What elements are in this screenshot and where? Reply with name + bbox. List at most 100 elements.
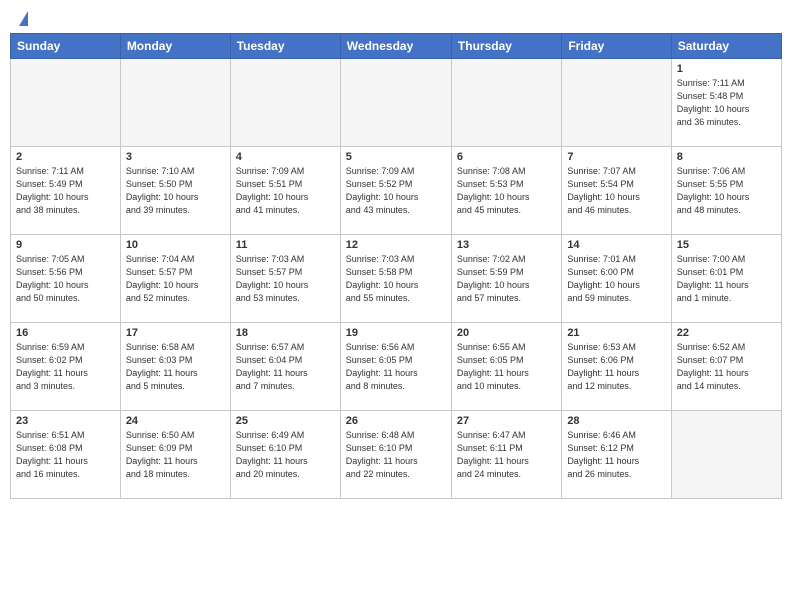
day-cell xyxy=(230,59,340,147)
day-number: 20 xyxy=(457,327,556,339)
day-info: Sunrise: 7:03 AM Sunset: 5:57 PM Dayligh… xyxy=(236,253,335,305)
day-info: Sunrise: 7:09 AM Sunset: 5:51 PM Dayligh… xyxy=(236,165,335,217)
day-info: Sunrise: 7:04 AM Sunset: 5:57 PM Dayligh… xyxy=(126,253,225,305)
day-cell: 15 Sunrise: 7:00 AM Sunset: 6:01 PM Dayli… xyxy=(671,235,781,323)
day-header-monday: Monday xyxy=(120,34,230,59)
day-cell: 5 Sunrise: 7:09 AM Sunset: 5:52 PM Daylig… xyxy=(340,147,451,235)
day-info: Sunrise: 7:05 AM Sunset: 5:56 PM Dayligh… xyxy=(16,253,115,305)
logo xyxy=(18,14,29,25)
day-info: Sunrise: 7:01 AM Sunset: 6:00 PM Dayligh… xyxy=(567,253,665,305)
day-cell: 13 Sunrise: 7:02 AM Sunset: 5:59 PM Dayli… xyxy=(451,235,561,323)
day-info: Sunrise: 6:58 AM Sunset: 6:03 PM Dayligh… xyxy=(126,341,225,393)
day-info: Sunrise: 6:52 AM Sunset: 6:07 PM Dayligh… xyxy=(677,341,776,393)
day-info: Sunrise: 7:07 AM Sunset: 5:54 PM Dayligh… xyxy=(567,165,665,217)
day-cell: 25 Sunrise: 6:49 AM Sunset: 6:10 PM Dayli… xyxy=(230,411,340,499)
day-number: 28 xyxy=(567,415,665,427)
day-info: Sunrise: 7:11 AM Sunset: 5:48 PM Dayligh… xyxy=(677,77,776,129)
day-info: Sunrise: 6:55 AM Sunset: 6:05 PM Dayligh… xyxy=(457,341,556,393)
day-number: 19 xyxy=(346,327,446,339)
day-number: 25 xyxy=(236,415,335,427)
day-cell: 3 Sunrise: 7:10 AM Sunset: 5:50 PM Daylig… xyxy=(120,147,230,235)
day-cell: 27Sunrise: 6:47 AM Sunset: 6:11 PM Dayli… xyxy=(451,411,561,499)
day-cell: 24 Sunrise: 6:50 AM Sunset: 6:09 PM Dayli… xyxy=(120,411,230,499)
day-number: 7 xyxy=(567,151,665,163)
day-info: Sunrise: 7:10 AM Sunset: 5:50 PM Dayligh… xyxy=(126,165,225,217)
day-cell: 7 Sunrise: 7:07 AM Sunset: 5:54 PM Daylig… xyxy=(562,147,671,235)
day-number: 5 xyxy=(346,151,446,163)
day-cell: 10 Sunrise: 7:04 AM Sunset: 5:57 PM Dayli… xyxy=(120,235,230,323)
day-info: Sunrise: 6:47 AM Sunset: 6:11 PM Dayligh… xyxy=(457,429,556,481)
page: SundayMondayTuesdayWednesdayThursdayFrid… xyxy=(0,0,792,612)
day-header-thursday: Thursday xyxy=(451,34,561,59)
day-number: 10 xyxy=(126,239,225,251)
day-cell xyxy=(451,59,561,147)
day-info: Sunrise: 6:56 AM Sunset: 6:05 PM Dayligh… xyxy=(346,341,446,393)
day-number: 6 xyxy=(457,151,556,163)
day-number: 3 xyxy=(126,151,225,163)
day-number: 26 xyxy=(346,415,446,427)
day-info: Sunrise: 7:06 AM Sunset: 5:55 PM Dayligh… xyxy=(677,165,776,217)
week-row-3: 16 Sunrise: 6:59 AM Sunset: 6:02 PM Dayli… xyxy=(11,323,782,411)
day-info: Sunrise: 6:51 AM Sunset: 6:08 PM Dayligh… xyxy=(16,429,115,481)
day-info: Sunrise: 7:02 AM Sunset: 5:59 PM Dayligh… xyxy=(457,253,556,305)
day-cell: 20 Sunrise: 6:55 AM Sunset: 6:05 PM Dayli… xyxy=(451,323,561,411)
day-info: Sunrise: 7:00 AM Sunset: 6:01 PM Dayligh… xyxy=(677,253,776,305)
day-header-sunday: Sunday xyxy=(11,34,121,59)
logo-icon xyxy=(19,11,28,26)
day-cell: 14 Sunrise: 7:01 AM Sunset: 6:00 PM Dayli… xyxy=(562,235,671,323)
day-cell: 11 Sunrise: 7:03 AM Sunset: 5:57 PM Dayli… xyxy=(230,235,340,323)
day-number: 12 xyxy=(346,239,446,251)
day-info: Sunrise: 7:03 AM Sunset: 5:58 PM Dayligh… xyxy=(346,253,446,305)
day-cell xyxy=(562,59,671,147)
day-number: 4 xyxy=(236,151,335,163)
day-header-tuesday: Tuesday xyxy=(230,34,340,59)
day-cell xyxy=(11,59,121,147)
day-info: Sunrise: 6:49 AM Sunset: 6:10 PM Dayligh… xyxy=(236,429,335,481)
day-header-friday: Friday xyxy=(562,34,671,59)
day-cell: 19 Sunrise: 6:56 AM Sunset: 6:05 PM Dayli… xyxy=(340,323,451,411)
header xyxy=(0,0,792,33)
week-row-2: 9 Sunrise: 7:05 AM Sunset: 5:56 PM Daylig… xyxy=(11,235,782,323)
day-info: Sunrise: 7:11 AM Sunset: 5:49 PM Dayligh… xyxy=(16,165,115,217)
day-cell xyxy=(120,59,230,147)
day-info: Sunrise: 7:09 AM Sunset: 5:52 PM Dayligh… xyxy=(346,165,446,217)
week-row-0: 1 Sunrise: 7:11 AM Sunset: 5:48 PM Daylig… xyxy=(11,59,782,147)
day-cell: 16 Sunrise: 6:59 AM Sunset: 6:02 PM Dayli… xyxy=(11,323,121,411)
day-cell xyxy=(671,411,781,499)
day-cell: 26 Sunrise: 6:48 AM Sunset: 6:10 PM Dayli… xyxy=(340,411,451,499)
day-number: 15 xyxy=(677,239,776,251)
day-number: 1 xyxy=(677,63,776,75)
calendar-table: SundayMondayTuesdayWednesdayThursdayFrid… xyxy=(10,33,782,499)
day-cell: 9 Sunrise: 7:05 AM Sunset: 5:56 PM Daylig… xyxy=(11,235,121,323)
day-cell: 28Sunrise: 6:46 AM Sunset: 6:12 PM Dayli… xyxy=(562,411,671,499)
day-info: Sunrise: 6:53 AM Sunset: 6:06 PM Dayligh… xyxy=(567,341,665,393)
day-cell: 21 Sunrise: 6:53 AM Sunset: 6:06 PM Dayli… xyxy=(562,323,671,411)
day-cell: 23 Sunrise: 6:51 AM Sunset: 6:08 PM Dayli… xyxy=(11,411,121,499)
day-header-wednesday: Wednesday xyxy=(340,34,451,59)
day-info: Sunrise: 7:08 AM Sunset: 5:53 PM Dayligh… xyxy=(457,165,556,217)
day-cell: 2 Sunrise: 7:11 AM Sunset: 5:49 PM Daylig… xyxy=(11,147,121,235)
day-number: 8 xyxy=(677,151,776,163)
day-cell: 4 Sunrise: 7:09 AM Sunset: 5:51 PM Daylig… xyxy=(230,147,340,235)
day-number: 23 xyxy=(16,415,115,427)
day-number: 17 xyxy=(126,327,225,339)
day-info: Sunrise: 6:48 AM Sunset: 6:10 PM Dayligh… xyxy=(346,429,446,481)
day-number: 11 xyxy=(236,239,335,251)
day-header-saturday: Saturday xyxy=(671,34,781,59)
day-number: 24 xyxy=(126,415,225,427)
calendar-wrapper: SundayMondayTuesdayWednesdayThursdayFrid… xyxy=(0,33,792,509)
day-info: Sunrise: 6:59 AM Sunset: 6:02 PM Dayligh… xyxy=(16,341,115,393)
day-number: 13 xyxy=(457,239,556,251)
day-number: 16 xyxy=(16,327,115,339)
day-cell: 22 Sunrise: 6:52 AM Sunset: 6:07 PM Dayli… xyxy=(671,323,781,411)
day-number: 14 xyxy=(567,239,665,251)
day-number: 9 xyxy=(16,239,115,251)
week-row-1: 2 Sunrise: 7:11 AM Sunset: 5:49 PM Daylig… xyxy=(11,147,782,235)
day-number: 2 xyxy=(16,151,115,163)
day-cell: 8 Sunrise: 7:06 AM Sunset: 5:55 PM Daylig… xyxy=(671,147,781,235)
day-info: Sunrise: 6:50 AM Sunset: 6:09 PM Dayligh… xyxy=(126,429,225,481)
day-cell xyxy=(340,59,451,147)
day-number: 21 xyxy=(567,327,665,339)
day-number: 22 xyxy=(677,327,776,339)
day-cell: 1 Sunrise: 7:11 AM Sunset: 5:48 PM Daylig… xyxy=(671,59,781,147)
